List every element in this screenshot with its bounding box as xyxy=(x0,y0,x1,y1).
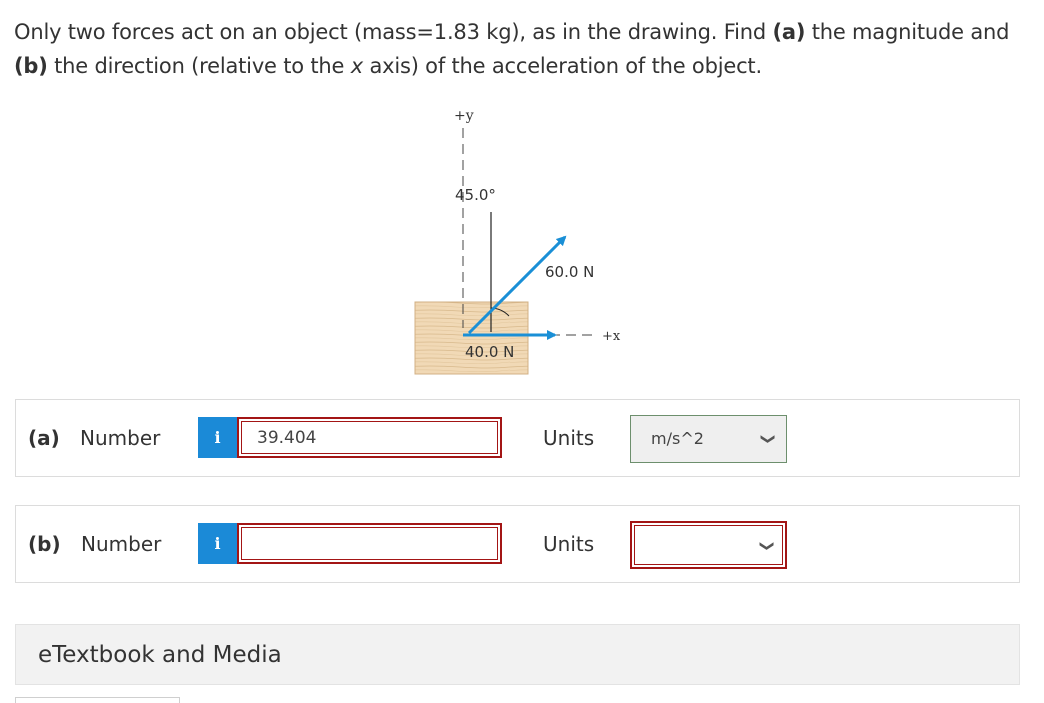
etextbook-tab-edge xyxy=(15,697,180,703)
part-a-tag: (a) xyxy=(772,20,806,44)
part-label: (b) xyxy=(28,532,61,556)
y-axis-label: +y xyxy=(454,108,474,124)
number-label: Number xyxy=(80,426,161,450)
part-label: (a) xyxy=(28,426,60,450)
units-a-value: m/s^2 xyxy=(651,429,704,448)
chevron-down-icon: ❯ xyxy=(760,433,777,445)
question-text: Only two forces act on an object (mass=1… xyxy=(14,20,1010,78)
chevron-down-icon: ❯ xyxy=(759,540,776,552)
x-axis-label: +x xyxy=(602,329,621,344)
answer-row-b: (b) Number i Units ❯ xyxy=(15,505,1020,583)
force-60n-label: 60.0 N xyxy=(545,263,594,281)
answer-row-a: (a) Number i Units m/s^2 ❯ xyxy=(15,399,1020,477)
number-label: Number xyxy=(81,532,162,556)
info-icon[interactable]: i xyxy=(198,523,237,564)
answer-b-input[interactable] xyxy=(237,523,502,564)
force-40n-label: 40.0 N xyxy=(465,343,514,361)
units-label: Units xyxy=(543,532,595,556)
etextbook-media-panel[interactable]: eTextbook and Media xyxy=(15,624,1020,685)
angle-label: 45.0° xyxy=(455,186,496,204)
part-b-tag: (b) xyxy=(14,54,48,78)
units-label: Units xyxy=(543,426,595,450)
units-b-select[interactable]: ❯ xyxy=(630,521,787,569)
info-icon[interactable]: i xyxy=(198,417,237,458)
object-block xyxy=(414,301,529,375)
force-diagram: +y +x 45.0° 60.0 N 40.0 N xyxy=(400,100,640,385)
answer-a-input[interactable] xyxy=(237,417,502,458)
units-a-select[interactable]: m/s^2 ❯ xyxy=(630,415,787,463)
